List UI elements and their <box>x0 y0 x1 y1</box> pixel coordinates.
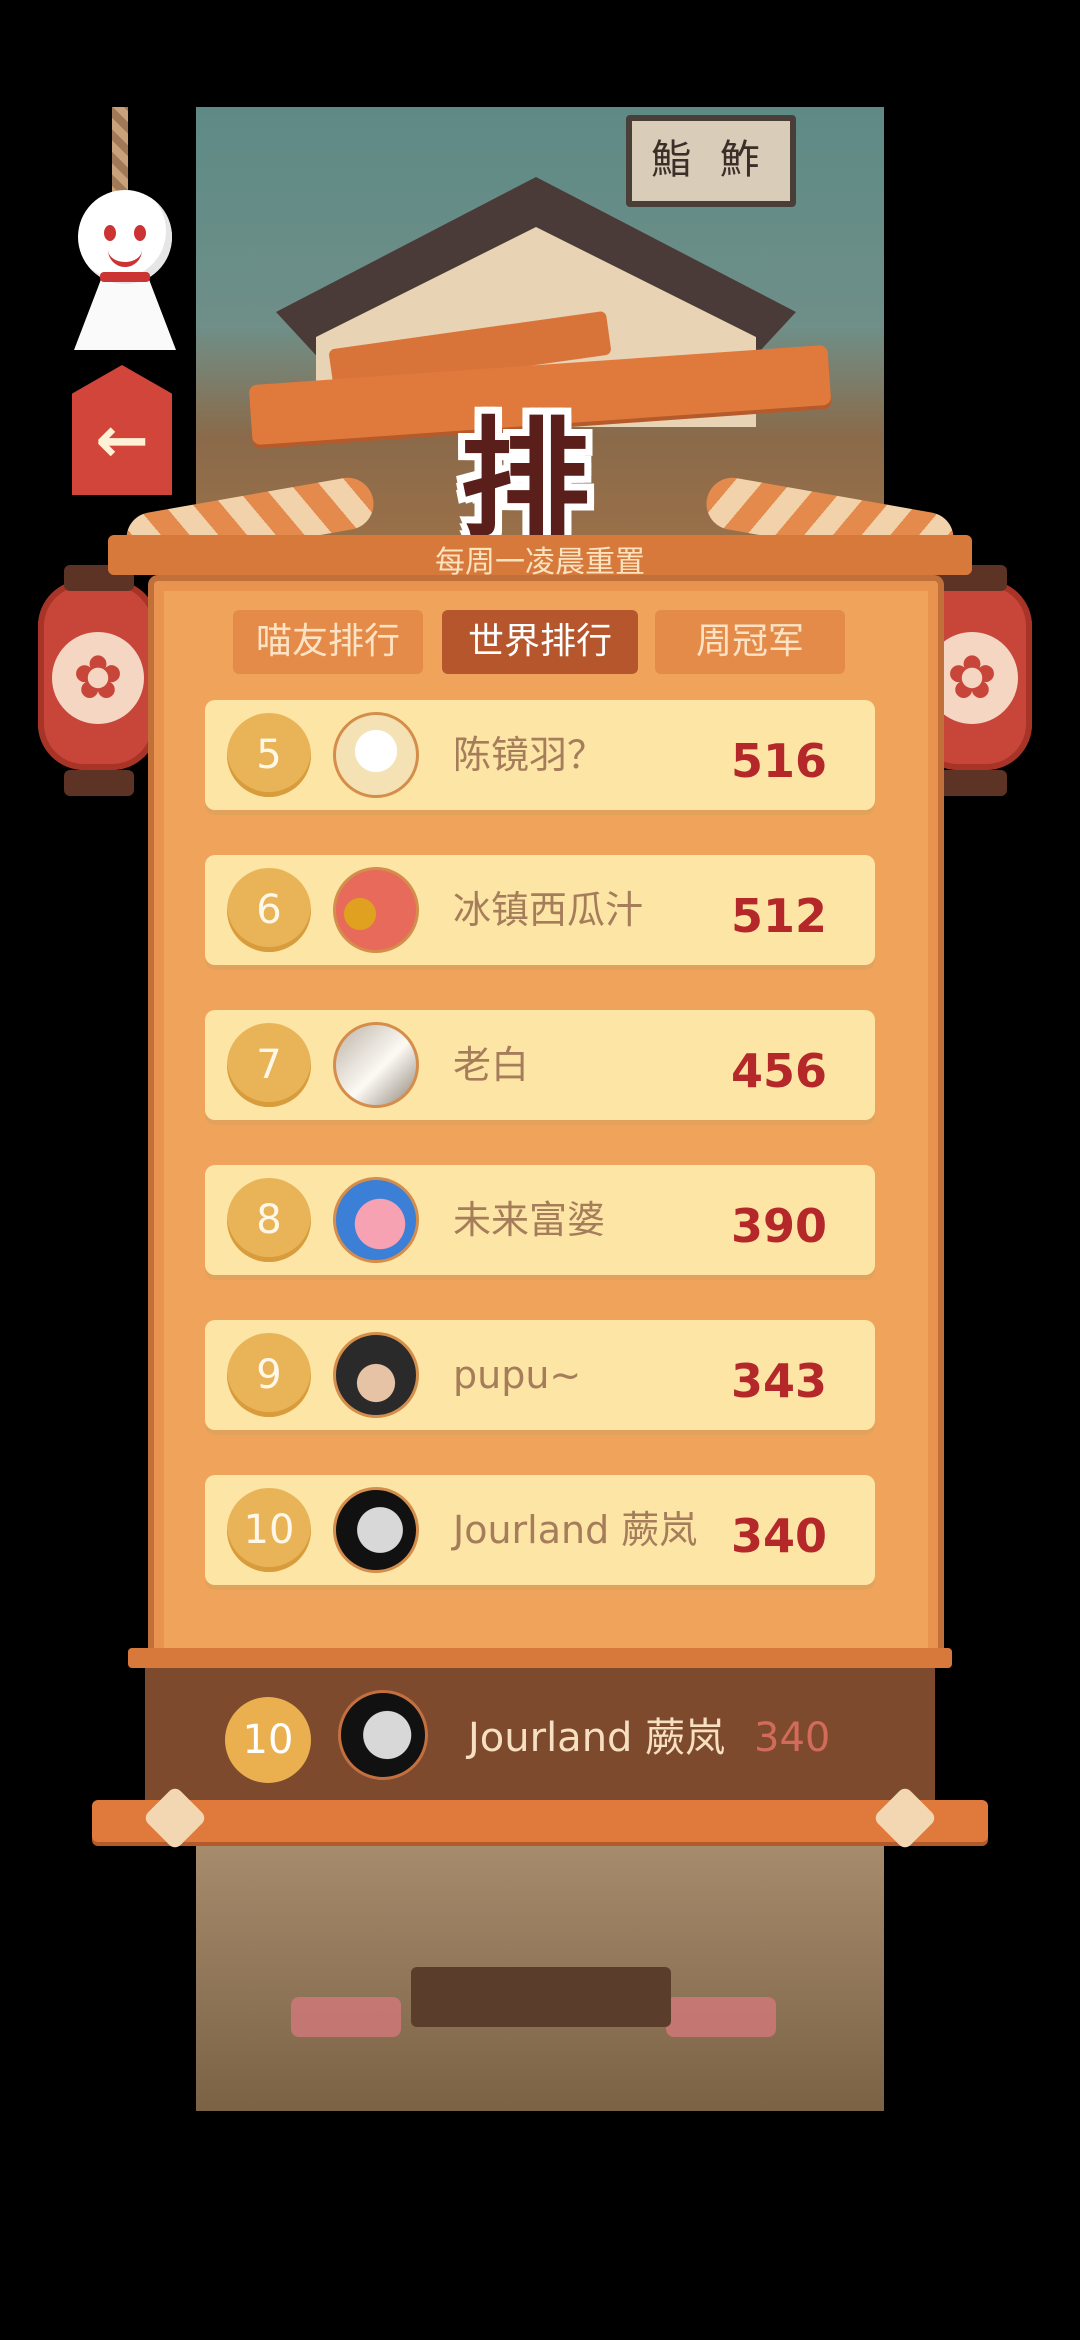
doll-scarf <box>100 272 150 282</box>
list-item[interactable]: 10 Jourland 蕨岚 340 <box>205 1475 875 1585</box>
player-name: 未来富婆 <box>453 1198 606 1242</box>
reset-notice: 每周一凌晨重置 <box>435 545 645 580</box>
list-item[interactable]: 8 未来富婆 390 <box>205 1165 875 1275</box>
lantern-cap <box>937 770 1007 796</box>
player-name: Jourland 蕨岚 <box>453 1508 698 1552</box>
rank-badge: 10 <box>227 1488 311 1572</box>
rank-badge: 7 <box>227 1023 311 1107</box>
doll-rope <box>112 107 128 197</box>
cushion-right <box>666 1997 776 2037</box>
lantern-cap <box>64 770 134 796</box>
shop-sign-text: 鮨 鮓 <box>651 137 768 183</box>
my-avatar <box>338 1690 428 1780</box>
my-rank-badge: 10 <box>225 1697 311 1783</box>
player-name: pupu~ <box>453 1353 582 1397</box>
player-score: 456 <box>730 1044 827 1098</box>
avatar <box>333 1022 419 1108</box>
rank-badge: 8 <box>227 1178 311 1262</box>
doll-eye <box>134 225 146 241</box>
player-name: 陈镜羽？ <box>453 733 606 777</box>
tab-world[interactable]: 世界排行 <box>442 610 638 674</box>
cushion-left <box>291 1997 401 2037</box>
my-name: Jourland 蕨岚 <box>468 1715 726 1761</box>
back-button[interactable]: ← <box>72 365 172 495</box>
player-score: 512 <box>730 889 827 943</box>
avatar <box>333 712 419 798</box>
my-score: 340 <box>754 1715 831 1761</box>
player-name: 老白 <box>453 1043 530 1087</box>
list-item[interactable]: 9 pupu~ 343 <box>205 1320 875 1430</box>
rank-badge: 9 <box>227 1333 311 1417</box>
tab-champion[interactable]: 周冠军 <box>655 610 845 674</box>
self-bar-shelf <box>128 1648 952 1668</box>
avatar <box>333 1177 419 1263</box>
list-item[interactable]: 7 老白 456 <box>205 1010 875 1120</box>
rank-badge: 6 <box>227 868 311 952</box>
player-score: 340 <box>730 1509 827 1563</box>
bottom-beam <box>92 1800 988 1842</box>
player-score: 343 <box>730 1354 827 1408</box>
doll-eye <box>104 225 116 241</box>
back-arrow-icon: ← <box>95 404 149 478</box>
tab-friends[interactable]: 喵友排行 <box>233 610 423 674</box>
player-score: 516 <box>730 734 827 788</box>
avatar <box>333 1487 419 1573</box>
doll-head <box>78 190 172 284</box>
list-item[interactable]: 6 冰镇西瓜汁 512 <box>205 855 875 965</box>
sakura-lantern-icon: ✿ <box>52 632 144 724</box>
avatar <box>333 867 419 953</box>
player-score: 390 <box>730 1199 827 1253</box>
list-item[interactable]: 5 陈镜羽？ 516 <box>205 700 875 810</box>
player-name: 冰镇西瓜汁 <box>453 888 644 932</box>
low-table <box>411 1967 671 2027</box>
rank-badge: 5 <box>227 713 311 797</box>
avatar <box>333 1332 419 1418</box>
